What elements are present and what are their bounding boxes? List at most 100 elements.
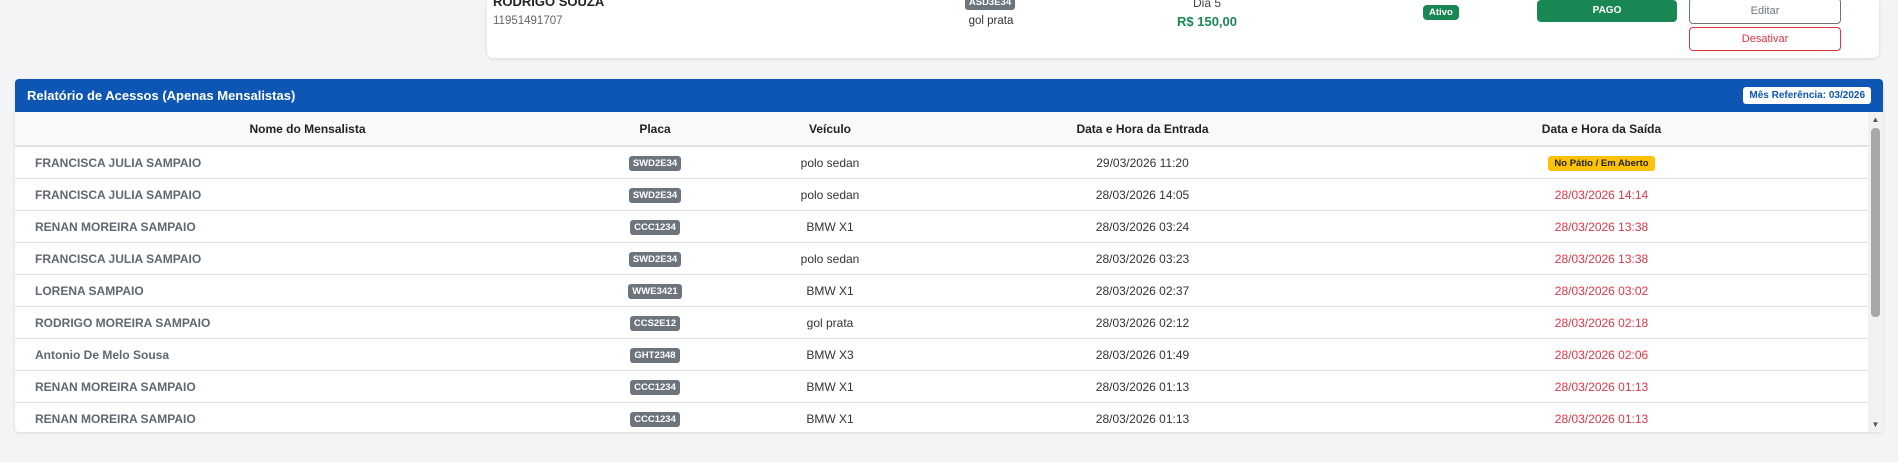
vehicle-cell: BMW X3 [710, 338, 950, 371]
vehicle-cell: gol prata [710, 306, 950, 339]
table-row: RENAN MOREIRA SAMPAIO CCC1234 BMW X1 28/03/… [15, 210, 1868, 243]
exit-cell: 28/03/2026 02:18 [1335, 306, 1868, 339]
vehicle-cell: polo sedan [710, 146, 950, 179]
scroll-up-arrow-icon[interactable]: ▲ [1868, 112, 1883, 127]
table-row: FRANCISCA JULIA SAMPAIO SWD2E34 polo sedan… [15, 178, 1868, 211]
table-body: FRANCISCA JULIA SAMPAIO SWD2E34 polo sedan… [15, 146, 1868, 432]
plate-badge: CCC1234 [630, 411, 680, 427]
subscriber-name-cell: RENAN MOREIRA SAMPAIO [15, 370, 600, 403]
subscriber-name-cell: RENAN MOREIRA SAMPAIO [15, 210, 600, 243]
exit-cell: 28/03/2026 14:14 [1335, 178, 1868, 211]
plate-cell: CCS2E12 [600, 306, 710, 339]
plate-cell: SWD2E34 [600, 242, 710, 275]
scrollbar-thumb[interactable] [1871, 128, 1880, 317]
exit-cell: 28/03/2026 01:13 [1335, 370, 1868, 403]
plate-badge: CCC1234 [630, 219, 680, 235]
subscriber-status-badge: Ativo [1423, 5, 1459, 20]
exit-datetime: 28/03/2026 14:14 [1554, 187, 1649, 202]
exit-cell: 28/03/2026 01:13 [1335, 402, 1868, 432]
table-row: FRANCISCA JULIA SAMPAIO SWD2E34 polo sedan… [15, 146, 1868, 179]
plate-cell: GHT2348 [600, 338, 710, 371]
plate-cell: WWE3421 [600, 274, 710, 307]
plate-cell: CCC1234 [600, 210, 710, 243]
plate-cell: CCC1234 [600, 402, 710, 432]
subscriber-name-cell: LORENA SAMPAIO [15, 274, 600, 307]
entry-datetime: 28/03/2026 01:13 [950, 370, 1335, 403]
plate-badge: CCC1234 [630, 379, 680, 395]
exit-datetime: 28/03/2026 13:38 [1554, 219, 1649, 234]
access-table: Nome do Mensalista Placa Veículo Data e … [15, 112, 1868, 432]
table-row: FRANCISCA JULIA SAMPAIO SWD2E34 polo sedan… [15, 242, 1868, 275]
exit-datetime: 28/03/2026 01:13 [1554, 411, 1649, 426]
subscriber-price: R$ 150,00 [1177, 14, 1237, 29]
column-header-entry: Data e Hora da Entrada [950, 112, 1335, 147]
column-header-vehicle: Veículo [710, 112, 950, 147]
table-row: RENAN MOREIRA SAMPAIO CCC1234 BMW X1 28/03/… [15, 402, 1868, 432]
plate-badge: SWD2E34 [628, 155, 682, 171]
plate-badge: CCS2E12 [629, 315, 681, 331]
subscriber-name-cell: RODRIGO MOREIRA SAMPAIO [15, 306, 600, 339]
vehicle-cell: polo sedan [710, 178, 950, 211]
subscriber-phone: 11951491707 [493, 15, 563, 27]
subscriber-due-day: Dia 5 [1192, 0, 1221, 10]
vehicle-cell: BMW X1 [710, 402, 950, 432]
subscriber-card: RODRIGO SOUZA 11951491707 ASD3E34 gol pr… [487, 0, 1879, 58]
report-table-container[interactable]: Nome do Mensalista Placa Veículo Data e … [15, 112, 1883, 432]
exit-datetime: 28/03/2026 02:18 [1554, 315, 1649, 330]
table-row: Antonio De Melo Sousa GHT2348 BMW X3 28/03/… [15, 338, 1868, 371]
table-row: LORENA SAMPAIO WWE3421 BMW X1 28/03/2026 02… [15, 274, 1868, 307]
subscriber-plate-badge: ASD3E34 [965, 0, 1015, 10]
exit-datetime: 28/03/2026 01:13 [1554, 379, 1649, 394]
subscriber-name-cell: FRANCISCA JULIA SAMPAIO [15, 146, 600, 179]
plate-badge: SWD2E34 [628, 251, 682, 267]
column-header-name: Nome do Mensalista [15, 112, 600, 147]
exit-cell: No Pátio / Em Aberto [1335, 146, 1868, 179]
edit-button[interactable]: Editar [1689, 0, 1841, 24]
plate-cell: SWD2E34 [600, 146, 710, 179]
subscriber-name: RODRIGO SOUZA [493, 0, 605, 9]
table-row: RODRIGO MOREIRA SAMPAIO CCS2E12 gol prata 2… [15, 306, 1868, 339]
exit-datetime: 28/03/2026 02:06 [1554, 347, 1649, 362]
entry-datetime: 28/03/2026 01:13 [950, 402, 1335, 432]
plate-badge: GHT2348 [630, 347, 680, 363]
entry-datetime: 28/03/2026 14:05 [950, 178, 1335, 211]
subscriber-name-cell: Antonio De Melo Sousa [15, 338, 600, 371]
subscriber-name-cell: FRANCISCA JULIA SAMPAIO [15, 178, 600, 211]
payment-status-button[interactable]: PAGO [1537, 0, 1677, 22]
exit-cell: 28/03/2026 03:02 [1335, 274, 1868, 307]
scroll-down-arrow-icon[interactable]: ▼ [1868, 417, 1883, 432]
deactivate-button[interactable]: Desativar [1689, 27, 1841, 51]
column-header-plate: Placa [600, 112, 710, 147]
access-report-panel: Relatório de Acessos (Apenas Mensalistas… [15, 79, 1883, 432]
reference-month-badge: Mês Referência: 03/2026 [1743, 87, 1871, 104]
entry-datetime: 28/03/2026 02:37 [950, 274, 1335, 307]
exit-datetime: 28/03/2026 03:02 [1554, 283, 1649, 298]
entry-datetime: 29/03/2026 11:20 [950, 146, 1335, 179]
subscriber-name-cell: FRANCISCA JULIA SAMPAIO [15, 242, 600, 275]
exit-cell: 28/03/2026 02:06 [1335, 338, 1868, 371]
open-status-badge: No Pátio / Em Aberto [1548, 155, 1655, 171]
column-header-exit: Data e Hora da Saída [1335, 112, 1868, 147]
entry-datetime: 28/03/2026 02:12 [950, 306, 1335, 339]
vehicle-cell: polo sedan [710, 242, 950, 275]
entry-datetime: 28/03/2026 03:23 [950, 242, 1335, 275]
exit-cell: 28/03/2026 13:38 [1335, 242, 1868, 275]
plate-badge: SWD2E34 [628, 187, 682, 203]
entry-datetime: 28/03/2026 03:24 [950, 210, 1335, 243]
vehicle-cell: BMW X1 [710, 274, 950, 307]
subscriber-vehicle: gol prata [968, 15, 1014, 27]
subscriber-name-cell: RENAN MOREIRA SAMPAIO [15, 402, 600, 432]
entry-datetime: 28/03/2026 01:49 [950, 338, 1335, 371]
exit-cell: 28/03/2026 13:38 [1335, 210, 1868, 243]
vehicle-cell: BMW X1 [710, 210, 950, 243]
plate-badge: WWE3421 [628, 283, 682, 299]
table-row: RENAN MOREIRA SAMPAIO CCC1234 BMW X1 28/03/… [15, 370, 1868, 403]
report-title: Relatório de Acessos (Apenas Mensalistas… [27, 88, 296, 103]
vehicle-cell: BMW X1 [710, 370, 950, 403]
exit-datetime: 28/03/2026 13:38 [1554, 251, 1649, 266]
vertical-scrollbar[interactable]: ▲ ▼ [1868, 112, 1883, 432]
report-header: Relatório de Acessos (Apenas Mensalistas… [15, 79, 1883, 112]
plate-cell: SWD2E34 [600, 178, 710, 211]
table-header-row: Nome do Mensalista Placa Veículo Data e … [15, 112, 1868, 147]
plate-cell: CCC1234 [600, 370, 710, 403]
